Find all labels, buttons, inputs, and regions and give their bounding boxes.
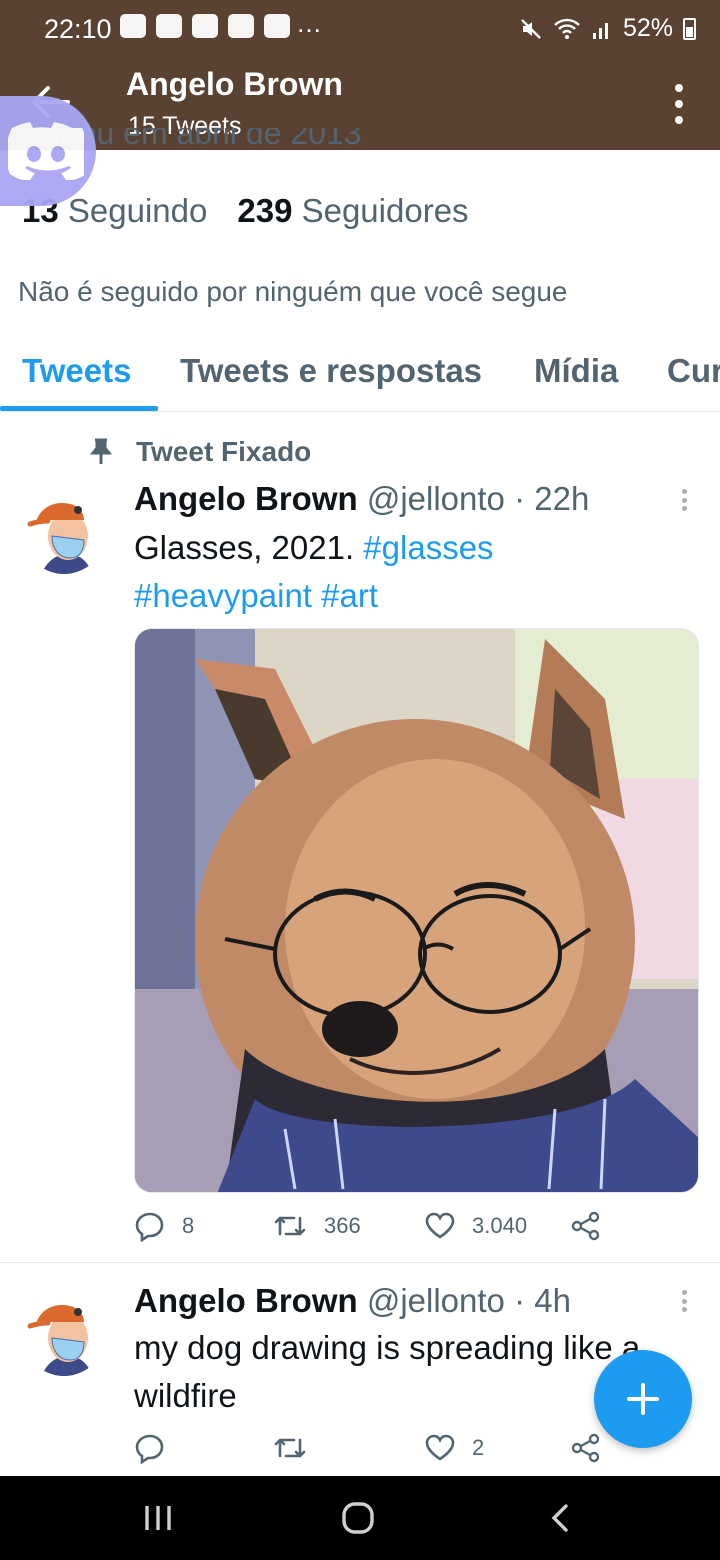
pinned-text: Tweet Fixado — [136, 436, 312, 467]
pin-icon — [90, 438, 112, 464]
notification-icons — [120, 14, 290, 38]
more-notifications-icon: … — [296, 8, 324, 38]
hashtag-link[interactable]: #heavypaint — [134, 577, 312, 614]
following-label: Seguindo — [67, 192, 208, 229]
share-icon — [571, 1211, 600, 1241]
tweet-text-line: my dog drawing is spreading like a — [134, 1329, 641, 1366]
reply-button[interactable]: 8 — [134, 1210, 194, 1242]
header-title: Angelo Brown — [126, 66, 343, 102]
tab-tweets[interactable]: Tweets — [22, 352, 131, 390]
app-notification-icon — [264, 14, 290, 38]
tweet-time: · 22h — [514, 480, 590, 517]
message-notification-icon — [156, 14, 182, 38]
tweet-text-line: wildfire — [134, 1377, 237, 1414]
like-count: 2 — [472, 1435, 485, 1460]
recent-apps-icon[interactable] — [142, 1498, 174, 1538]
reply-icon — [135, 1212, 164, 1242]
retweet-icon — [274, 1438, 306, 1458]
retweet-icon — [274, 1216, 306, 1236]
tweet-divider — [0, 1262, 720, 1263]
tweet-header: Angelo Brown @jellonto · 4h — [134, 1282, 571, 1320]
tweet-media-image[interactable] — [134, 628, 699, 1193]
reply-icon — [135, 1434, 164, 1464]
avatar[interactable] — [22, 490, 106, 574]
reply-count: 8 — [182, 1213, 195, 1238]
tweet-text: my dog drawing is spreading like a wildf… — [134, 1324, 640, 1420]
more-vertical-icon[interactable] — [674, 84, 684, 124]
avatar-image — [22, 1292, 106, 1376]
followers-label: Seguidores — [301, 192, 469, 229]
hashtag-link[interactable]: #art — [321, 577, 378, 614]
active-tab-indicator — [0, 406, 158, 411]
tweet-more-icon[interactable] — [682, 1290, 688, 1312]
like-button[interactable]: 3.040 — [424, 1210, 527, 1242]
tweet-actions: 8 366 3.040 — [134, 1210, 604, 1250]
reply-button[interactable] — [134, 1432, 182, 1464]
retweet-count: 366 — [324, 1213, 361, 1238]
retweet-button[interactable] — [272, 1432, 324, 1464]
author-name[interactable]: Angelo Brown — [134, 1282, 358, 1319]
author-name[interactable]: Angelo Brown — [134, 480, 358, 517]
tweet-time: · 4h — [514, 1282, 571, 1319]
followers-link[interactable]: 239 Seguidores — [237, 192, 468, 230]
tweet-text: Glasses, 2021. #glasses #heavypaint #art — [134, 524, 494, 620]
twitch-notification-icon — [228, 14, 254, 38]
battery-percent: 52% — [622, 14, 673, 42]
tab-media[interactable]: Mídia — [534, 352, 618, 390]
share-icon — [571, 1433, 600, 1463]
share-button[interactable] — [570, 1432, 602, 1464]
back-nav-icon[interactable] — [546, 1498, 576, 1538]
retweet-button[interactable]: 366 — [272, 1210, 361, 1242]
system-navigation-bar — [0, 1476, 720, 1560]
not-followed-text: Não é seguido por ninguém que você segue — [18, 276, 568, 307]
profile-tabs: Tweets Tweets e respostas Mídia Cur — [0, 338, 720, 412]
followers-count: 239 — [237, 192, 293, 229]
tab-tweets-replies[interactable]: Tweets e respostas — [180, 352, 482, 390]
dog-painting-image — [135, 629, 698, 1192]
tab-likes[interactable]: Cur — [667, 352, 720, 390]
like-count: 3.040 — [472, 1213, 528, 1238]
tweet-header: Angelo Brown @jellonto · 22h — [134, 480, 589, 518]
avatar-image — [22, 490, 106, 574]
like-icon — [425, 1212, 455, 1239]
author-handle[interactable]: @jellonto — [367, 1282, 505, 1319]
status-bar: 22:10 … 52% — [0, 0, 720, 56]
tweet-actions: 2 — [134, 1432, 604, 1472]
home-icon[interactable] — [338, 1498, 378, 1538]
like-icon — [425, 1434, 455, 1461]
mute-icon — [521, 18, 541, 39]
signal-icon — [592, 22, 608, 39]
pinned-label: Tweet Fixado — [90, 436, 311, 468]
wifi-icon — [554, 18, 580, 39]
like-button[interactable]: 2 — [424, 1432, 484, 1464]
tweet-more-icon[interactable] — [682, 489, 688, 511]
compose-tweet-button[interactable] — [594, 1350, 692, 1448]
battery-icon — [683, 17, 696, 40]
voicemail-notification-icon — [192, 14, 218, 38]
status-right: 52% — [519, 14, 696, 43]
author-handle[interactable]: @jellonto — [367, 480, 505, 517]
status-time: 22:10 — [44, 14, 112, 44]
hashtag-link[interactable]: #glasses — [363, 529, 493, 566]
avatar[interactable] — [22, 1292, 106, 1376]
discord-icon — [8, 122, 84, 180]
share-button[interactable] — [570, 1210, 602, 1242]
discord-notification-icon — [120, 14, 146, 38]
tweet-plain-text: Glasses, 2021. — [134, 529, 355, 566]
follow-stats: 13 Seguindo 239 Seguidores — [22, 192, 469, 230]
